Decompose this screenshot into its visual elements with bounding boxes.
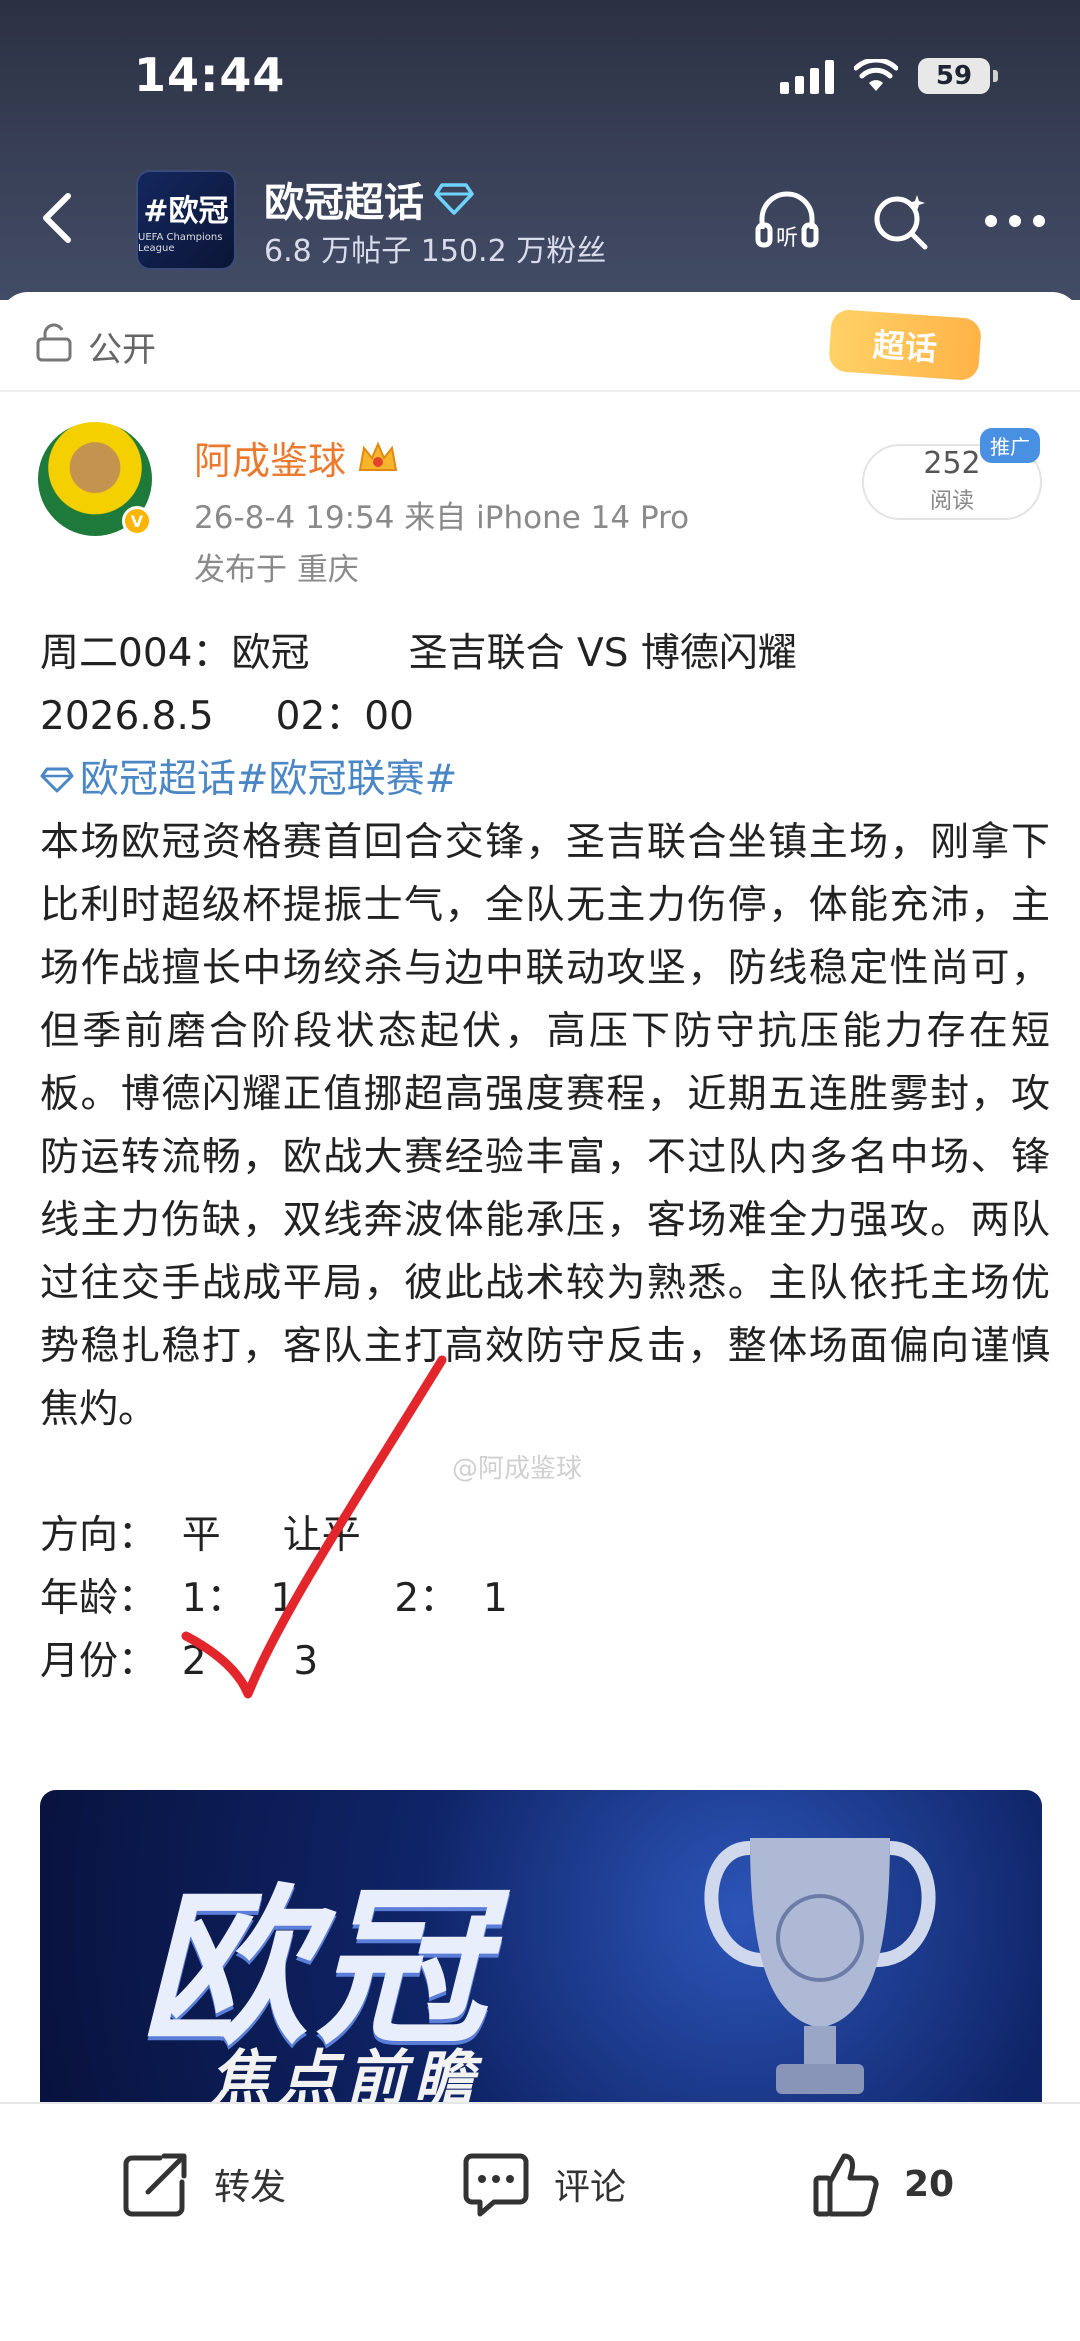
author-row: V 阿成鉴球 26-8-4 19:54 来自 iPhone 14 Pro 发布于… [0, 422, 1080, 592]
post-meta: 26-8-4 19:54 来自 iPhone 14 Pro [194, 500, 690, 536]
topic-nav: #欧冠 UEFA Champions League 欧冠超话 6.8 万帖子 1… [0, 160, 1080, 280]
promo-tag: 推广 [980, 428, 1040, 463]
trophy-icon [704, 1838, 936, 2094]
read-count: 252 [923, 446, 981, 481]
like-count: 20 [904, 2163, 955, 2205]
lock-open-icon [36, 323, 72, 362]
visibility-label: 公开 [88, 330, 156, 370]
wifi-icon [854, 59, 898, 91]
match-line: 周二004：欧冠 圣吉联合 VS 博德闪耀 [40, 631, 797, 676]
search-icon[interactable] [866, 186, 936, 256]
topic-name: 欧冠超话 [264, 180, 424, 226]
comment-icon [463, 2153, 529, 2217]
action-bar: 转发 评论 20 [0, 2102, 1080, 2341]
match-time: 2026.8.5 02：00 [40, 694, 414, 739]
topic-title[interactable]: 欧冠超话 [264, 170, 474, 228]
crown-icon [358, 440, 398, 471]
repost-icon [123, 2153, 187, 2217]
red-checkmark [181, 1355, 447, 1699]
diamond-icon [40, 767, 74, 792]
author-name-text: 阿成鉴球 [194, 439, 347, 483]
read-label: 阅读 [929, 489, 974, 514]
post-image-banner[interactable]: 欧冠 焦点前瞻 [40, 1790, 1042, 2102]
hashtag-text: 欧冠超话#欧冠联赛# [80, 757, 458, 802]
post-location: 发布于 重庆 [194, 552, 359, 588]
verified-icon: V [122, 506, 152, 536]
repost-button[interactable]: 转发 [120, 2144, 286, 2224]
hashtag-link[interactable]: 欧冠超话#欧冠联赛# [40, 748, 1050, 811]
topic-logo[interactable]: #欧冠 UEFA Champions League [136, 170, 236, 270]
back-arrow-icon[interactable] [30, 188, 90, 248]
nav-actions: 听 [752, 186, 1050, 256]
diamond-icon [434, 183, 474, 215]
topic-stats: 6.8 万帖子 150.2 万粉丝 [264, 234, 607, 269]
status-time: 14:44 [134, 48, 286, 102]
comment-label: 评论 [554, 2167, 627, 2208]
topic-logo-sub: UEFA Champions League [138, 232, 223, 254]
visibility-row: 公开 超话 [0, 292, 1080, 392]
svg-text:听: 听 [776, 226, 798, 251]
comment-button[interactable]: 评论 [460, 2144, 626, 2224]
status-icons: 59 [780, 58, 998, 94]
topic-header: 14:44 59 #欧冠 UEFA Champions League 欧冠超话 [0, 0, 1080, 300]
banner-subtitle: 焦点前瞻 [210, 2044, 482, 2102]
thumbs-up-icon [813, 2153, 879, 2217]
like-button[interactable]: 20 [810, 2144, 954, 2224]
post-body: 本场欧冠资格赛首回合交锋，圣吉联合坐镇主场，刚拿下比利时超级杯提振士气，全队无主… [40, 820, 1050, 1432]
topic-logo-text: #欧冠 [143, 194, 229, 229]
more-icon[interactable] [980, 186, 1050, 256]
listen-icon[interactable]: 听 [752, 186, 822, 256]
battery-icon: 59 [918, 58, 998, 94]
signal-icon [780, 58, 834, 94]
status-bar: 14:44 59 [0, 0, 1080, 160]
repost-label: 转发 [214, 2167, 287, 2208]
author-name[interactable]: 阿成鉴球 [194, 430, 400, 485]
supertopic-badge[interactable]: 超话 [828, 308, 982, 382]
